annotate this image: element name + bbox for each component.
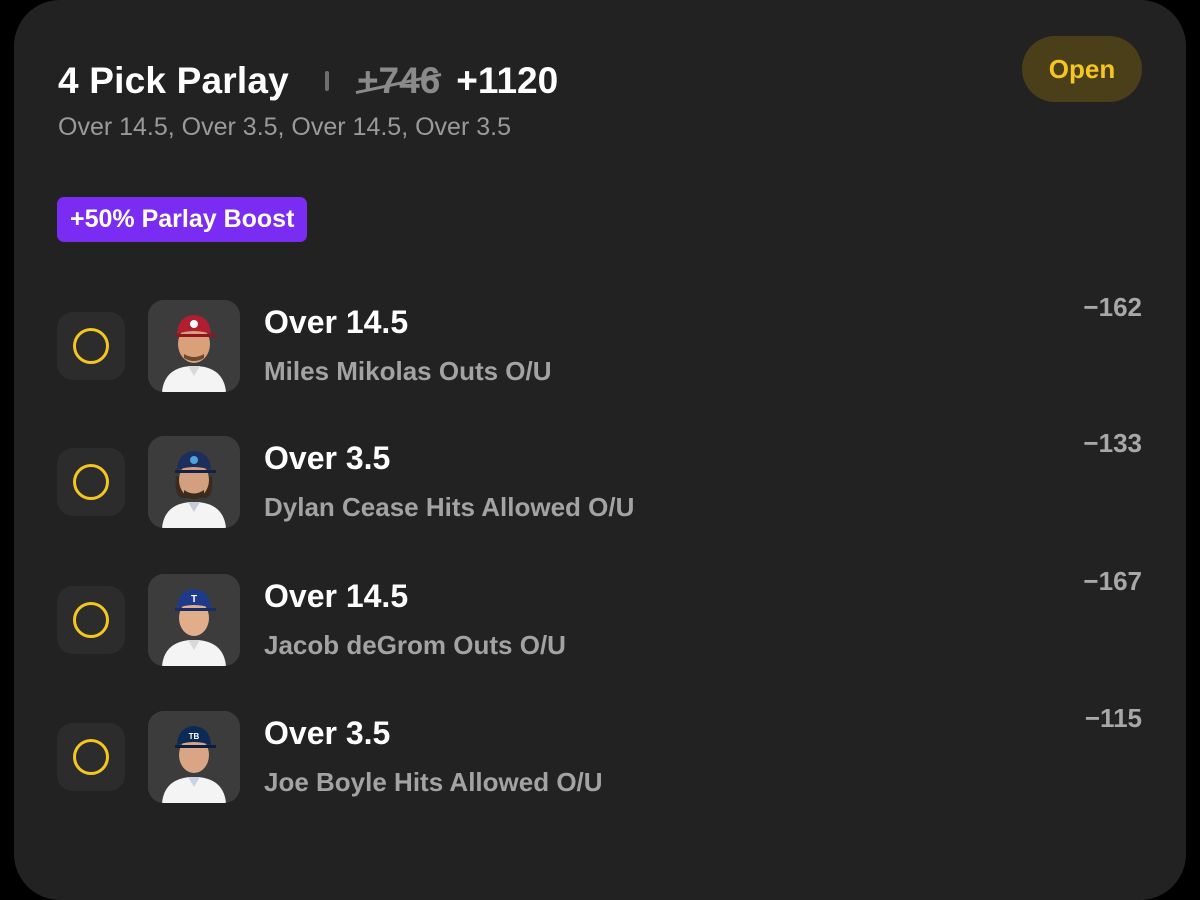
svg-text:TB: TB: [189, 732, 200, 741]
leg-line: Over 14.5: [264, 578, 409, 614]
leg-status: [57, 448, 125, 516]
parlay-leg[interactable]: T Over 14.5 Jacob deGrom Outs O/U −167: [0, 566, 1200, 684]
leg-market: Jacob deGrom Outs O/U: [264, 630, 566, 660]
leg-market: Miles Mikolas Outs O/U: [264, 356, 552, 386]
parlay-title: 4 Pick Parlay: [58, 60, 289, 101]
leg-market: Joe Boyle Hits Allowed O/U: [264, 767, 603, 797]
parlay-leg[interactable]: Over 14.5 Miles Mikolas Outs O/U −162: [0, 292, 1200, 410]
leg-odds: −162: [1083, 292, 1142, 322]
player-headshot-icon: [148, 436, 240, 528]
parlay-boost-badge: +50% Parlay Boost: [57, 197, 308, 242]
parlay-header: 4 Pick Parlay +746 +1120: [58, 56, 558, 106]
boosted-odds: +1120: [456, 60, 559, 101]
pending-circle-icon: [73, 328, 109, 364]
pending-circle-icon: [73, 464, 109, 500]
leg-odds: −167: [1083, 566, 1142, 596]
parlay-summary: Over 14.5, Over 3.5, Over 14.5, Over 3.5: [58, 113, 511, 141]
player-headshot-icon: [148, 300, 240, 392]
leg-line: Over 3.5: [264, 715, 391, 751]
title-divider: [324, 71, 329, 91]
original-odds: +746: [356, 60, 441, 101]
player-headshot-icon: TB: [148, 711, 240, 803]
parlay-leg[interactable]: Over 3.5 Dylan Cease Hits Allowed O/U −1…: [0, 428, 1200, 546]
parlay-leg[interactable]: TB Over 3.5 Joe Boyle Hits Allowed O/U −…: [0, 703, 1200, 821]
leg-line: Over 3.5: [264, 440, 391, 476]
leg-status: [57, 723, 125, 791]
pending-circle-icon: [73, 739, 109, 775]
leg-status: [57, 312, 125, 380]
leg-odds: −115: [1084, 703, 1142, 733]
status-badge: Open: [1022, 36, 1142, 102]
svg-text:T: T: [191, 594, 197, 605]
leg-market: Dylan Cease Hits Allowed O/U: [264, 492, 635, 522]
leg-status: [57, 586, 125, 654]
leg-line: Over 14.5: [264, 304, 409, 340]
leg-odds: −133: [1083, 428, 1142, 458]
player-headshot-icon: T: [148, 574, 240, 666]
pending-circle-icon: [73, 602, 109, 638]
